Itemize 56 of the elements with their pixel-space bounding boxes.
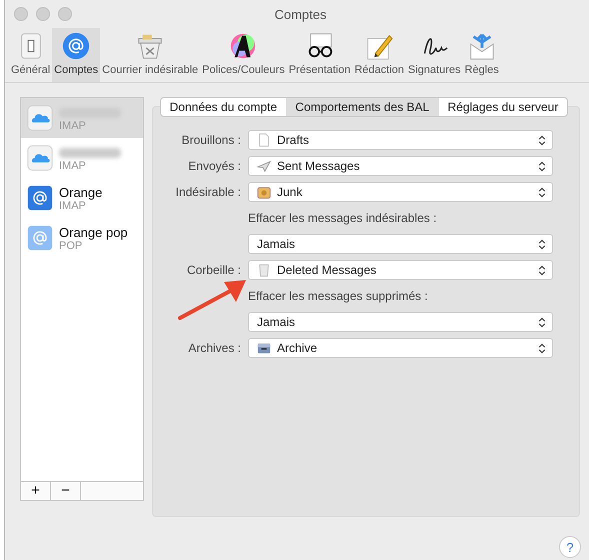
minimize-button[interactable] <box>36 7 50 21</box>
help-button[interactable]: ? <box>559 536 581 558</box>
tab[interactable]: Réglages du serveur <box>439 98 567 116</box>
account-type: IMAP <box>59 120 87 132</box>
dropdown[interactable]: Sent Messages <box>248 156 553 176</box>
at-sign-icon <box>61 31 92 61</box>
section-caption: Effacer les messages supprimés : <box>248 289 428 303</box>
tab[interactable]: Comportements des BAL <box>286 98 439 116</box>
up-down-chevron-icon <box>538 342 546 354</box>
dropdown[interactable]: Deleted Messages <box>248 260 553 280</box>
archive-box-icon <box>257 341 271 355</box>
page-icon <box>257 133 271 147</box>
trash-can-icon <box>257 263 271 277</box>
zoom-button[interactable] <box>58 7 72 21</box>
up-down-chevron-icon <box>538 264 546 276</box>
field-label: Corbeille : <box>186 263 241 277</box>
field-label: Brouillons : <box>182 133 241 147</box>
field-label: Indésirable : <box>176 185 241 199</box>
dropdown[interactable]: Junk <box>248 182 553 202</box>
at-sign-icon <box>27 185 53 211</box>
up-down-chevron-icon <box>538 186 546 198</box>
section-caption: Effacer les messages indésirables : <box>248 211 437 225</box>
up-down-chevron-icon <box>538 316 546 328</box>
account-type: IMAP <box>59 200 86 212</box>
toolbar-item[interactable]: Polices/Couleurs <box>200 28 287 82</box>
blurred-text <box>59 148 121 158</box>
cloud-icon <box>27 145 53 171</box>
field-label: Envoyés : <box>188 159 241 173</box>
dropdown[interactable]: Drafts <box>248 130 553 150</box>
toolbar-item[interactable]: Règles <box>462 28 501 82</box>
account-item[interactable]: Orange IMAP <box>21 178 143 218</box>
window-title: Comptes <box>273 6 328 22</box>
account-name: Orange pop <box>59 224 128 240</box>
up-down-chevron-icon <box>538 238 546 250</box>
field-label: Archives : <box>188 341 241 355</box>
junk-box-icon <box>257 185 271 199</box>
toolbar-item[interactable]: Rédaction <box>352 28 406 82</box>
dropdown[interactable]: Jamais <box>248 234 553 254</box>
toolbar-item[interactable]: Présentation <box>286 28 352 82</box>
toolbar-item[interactable]: Courrier indésirable <box>100 28 200 82</box>
up-down-chevron-icon <box>538 134 546 146</box>
close-button[interactable] <box>14 7 28 21</box>
toolbar-item[interactable]: Signatures <box>406 28 463 82</box>
toolbar-item[interactable]: Comptes <box>52 28 100 82</box>
dropdown[interactable]: Archive <box>248 338 553 358</box>
account-name: Orange <box>59 184 102 200</box>
account-item[interactable]: Orange pop POP <box>21 218 143 258</box>
up-down-chevron-icon <box>538 160 546 172</box>
annotation-arrow <box>178 280 246 320</box>
cloud-icon <box>27 105 53 131</box>
paper-plane-icon <box>257 159 271 173</box>
toolbar-item[interactable]: Général <box>9 28 52 82</box>
account-type: POP <box>59 240 82 252</box>
account-type: IMAP <box>59 160 87 172</box>
dropdown[interactable]: Jamais <box>248 312 553 332</box>
at-sign-icon <box>27 225 53 251</box>
